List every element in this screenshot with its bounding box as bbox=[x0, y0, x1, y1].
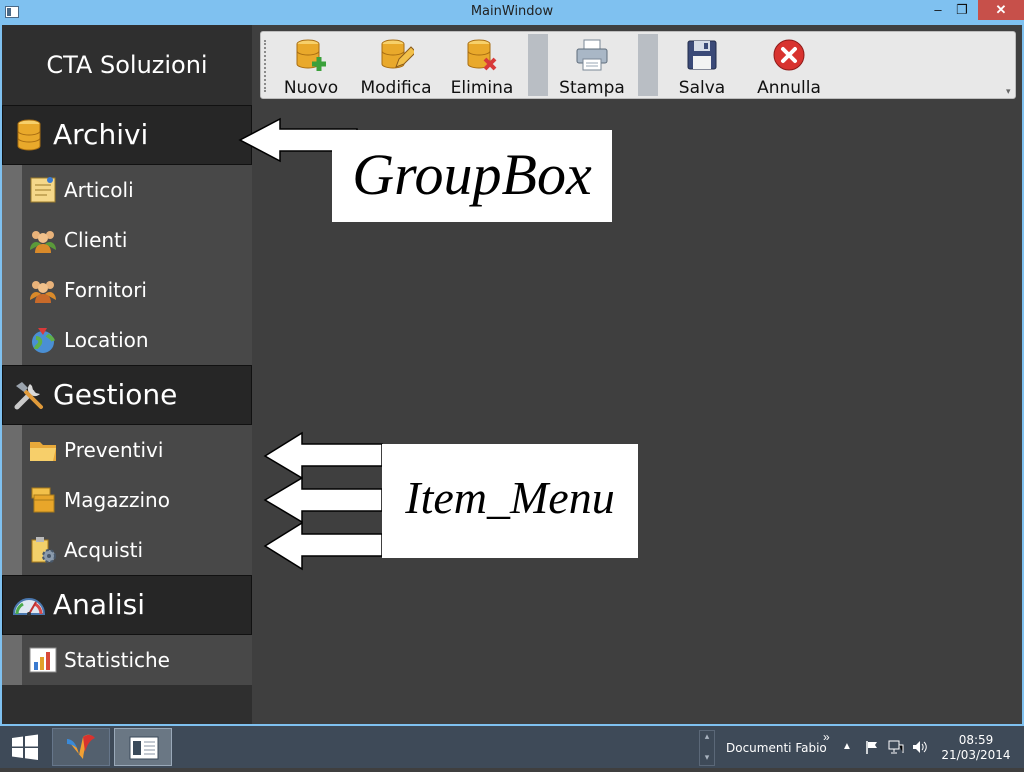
save-button[interactable]: Salva bbox=[667, 34, 737, 98]
group-gestione[interactable]: Gestione bbox=[2, 365, 252, 425]
printer-icon bbox=[576, 39, 608, 71]
delete-button[interactable]: Elimina bbox=[447, 34, 517, 98]
database-icon bbox=[17, 119, 41, 151]
new-button[interactable]: Nuovo bbox=[275, 34, 347, 98]
taskbar: ▴ ▾ Documenti Fabio » ▲ 08:59 21/03/2014 bbox=[0, 726, 1024, 768]
group-gestione-items: Preventivi Magazzino Acquisti bbox=[2, 425, 252, 575]
print-button[interactable]: Stampa bbox=[555, 34, 629, 98]
toolbar-separator bbox=[528, 34, 548, 96]
button-label: Elimina bbox=[450, 78, 514, 98]
group-label: Gestione bbox=[53, 378, 178, 411]
volume-icon[interactable] bbox=[912, 740, 928, 754]
groupbox-callout: GroupBox bbox=[332, 130, 612, 222]
menu-item-articoli[interactable]: Articoli bbox=[22, 165, 252, 215]
toolbar-scroll-arrows[interactable]: ▴ ▾ bbox=[699, 730, 715, 766]
close-button[interactable]: ✕ bbox=[978, 0, 1024, 20]
restore-button[interactable]: ❐ bbox=[948, 0, 976, 20]
clock-time: 08:59 bbox=[958, 733, 994, 747]
group-analisi-items: Statistiche bbox=[2, 635, 252, 685]
documents-toolbar-label[interactable]: Documenti Fabio bbox=[726, 741, 827, 755]
users-icon bbox=[30, 231, 56, 253]
edit-button[interactable]: Modifica bbox=[359, 34, 433, 98]
cancel-button[interactable]: Annulla bbox=[751, 34, 827, 98]
system-clock[interactable]: 08:59 21/03/2014 bbox=[938, 733, 1014, 763]
menu-item-label: Clienti bbox=[64, 228, 128, 252]
users-icon bbox=[30, 281, 56, 303]
button-label: Modifica bbox=[360, 78, 432, 98]
taskbar-app-office[interactable] bbox=[52, 728, 110, 766]
group-archivi[interactable]: Archivi bbox=[2, 105, 252, 165]
clipboard-gear-icon bbox=[31, 537, 56, 563]
menu-item-acquisti[interactable]: Acquisti bbox=[22, 525, 252, 575]
cancel-icon bbox=[773, 39, 805, 71]
toolbar-expand-chevron[interactable]: » bbox=[823, 730, 830, 744]
menu-item-label: Articoli bbox=[64, 178, 134, 202]
flag-icon[interactable] bbox=[864, 740, 880, 754]
clock-date: 21/03/2014 bbox=[941, 748, 1011, 762]
menu-item-label: Preventivi bbox=[64, 438, 164, 462]
menu-item-clienti[interactable]: Clienti bbox=[22, 215, 252, 265]
menu-item-fornitori[interactable]: Fornitori bbox=[22, 265, 252, 315]
menu-item-location[interactable]: Location bbox=[22, 315, 252, 365]
toolbar: Nuovo Modifica Elimina Stampa Salva Annu… bbox=[260, 31, 1016, 99]
notepad-icon bbox=[30, 177, 56, 203]
title-bar: MainWindow – ❐ ✕ bbox=[0, 0, 1024, 25]
menu-item-label: Fornitori bbox=[64, 278, 147, 302]
button-label: Stampa bbox=[559, 78, 625, 98]
gauge-icon bbox=[12, 598, 46, 616]
folder-icon bbox=[30, 442, 56, 461]
taskbar-app-mainwindow[interactable] bbox=[114, 728, 172, 766]
items-rail bbox=[2, 635, 22, 685]
menu-item-magazzino[interactable]: Magazzino bbox=[22, 475, 252, 525]
menu-item-label: Magazzino bbox=[64, 488, 170, 512]
window-title: MainWindow bbox=[470, 4, 554, 19]
office-app-icon bbox=[67, 734, 95, 759]
group-label: Archivi bbox=[53, 118, 149, 151]
menu-item-preventivi[interactable]: Preventivi bbox=[22, 425, 252, 475]
boxes-icon bbox=[31, 487, 55, 513]
item-menu-callout: Item_Menu bbox=[382, 444, 638, 558]
group-archivi-items: Articoli Clienti Fornitori Location bbox=[2, 165, 252, 365]
show-hidden-icons-button[interactable]: ▲ bbox=[842, 741, 852, 752]
database-add-icon bbox=[296, 39, 326, 71]
windows-start-icon[interactable] bbox=[8, 734, 42, 760]
globe-icon bbox=[32, 328, 55, 353]
item-menu-arrows bbox=[263, 431, 383, 571]
toolbar-separator bbox=[638, 34, 658, 96]
items-rail bbox=[2, 165, 22, 365]
button-label: Nuovo bbox=[283, 78, 339, 98]
network-icon[interactable] bbox=[888, 740, 904, 754]
group-label: Analisi bbox=[53, 588, 145, 621]
floppy-icon bbox=[687, 40, 717, 70]
database-delete-icon bbox=[467, 39, 497, 71]
window-app-icon bbox=[129, 736, 159, 760]
toolbar-grip[interactable] bbox=[264, 40, 267, 92]
menu-item-label: Statistiche bbox=[64, 648, 170, 672]
items-rail bbox=[2, 425, 22, 575]
menu-item-label: Acquisti bbox=[64, 538, 144, 562]
tools-icon bbox=[14, 382, 43, 410]
brand-title: CTA Soluzioni bbox=[46, 51, 208, 79]
sidebar: CTA Soluzioni Archivi Articoli Clienti F… bbox=[2, 25, 252, 724]
database-edit-icon bbox=[381, 39, 414, 69]
menu-item-label: Location bbox=[64, 328, 149, 352]
button-label: Annulla bbox=[757, 78, 821, 98]
button-label: Salva bbox=[678, 78, 726, 98]
menu-item-statistiche[interactable]: Statistiche bbox=[22, 635, 252, 685]
group-analisi[interactable]: Analisi bbox=[2, 575, 252, 635]
bar-chart-icon bbox=[29, 647, 57, 673]
toolbar-overflow-button[interactable]: ▾ bbox=[1006, 86, 1014, 96]
